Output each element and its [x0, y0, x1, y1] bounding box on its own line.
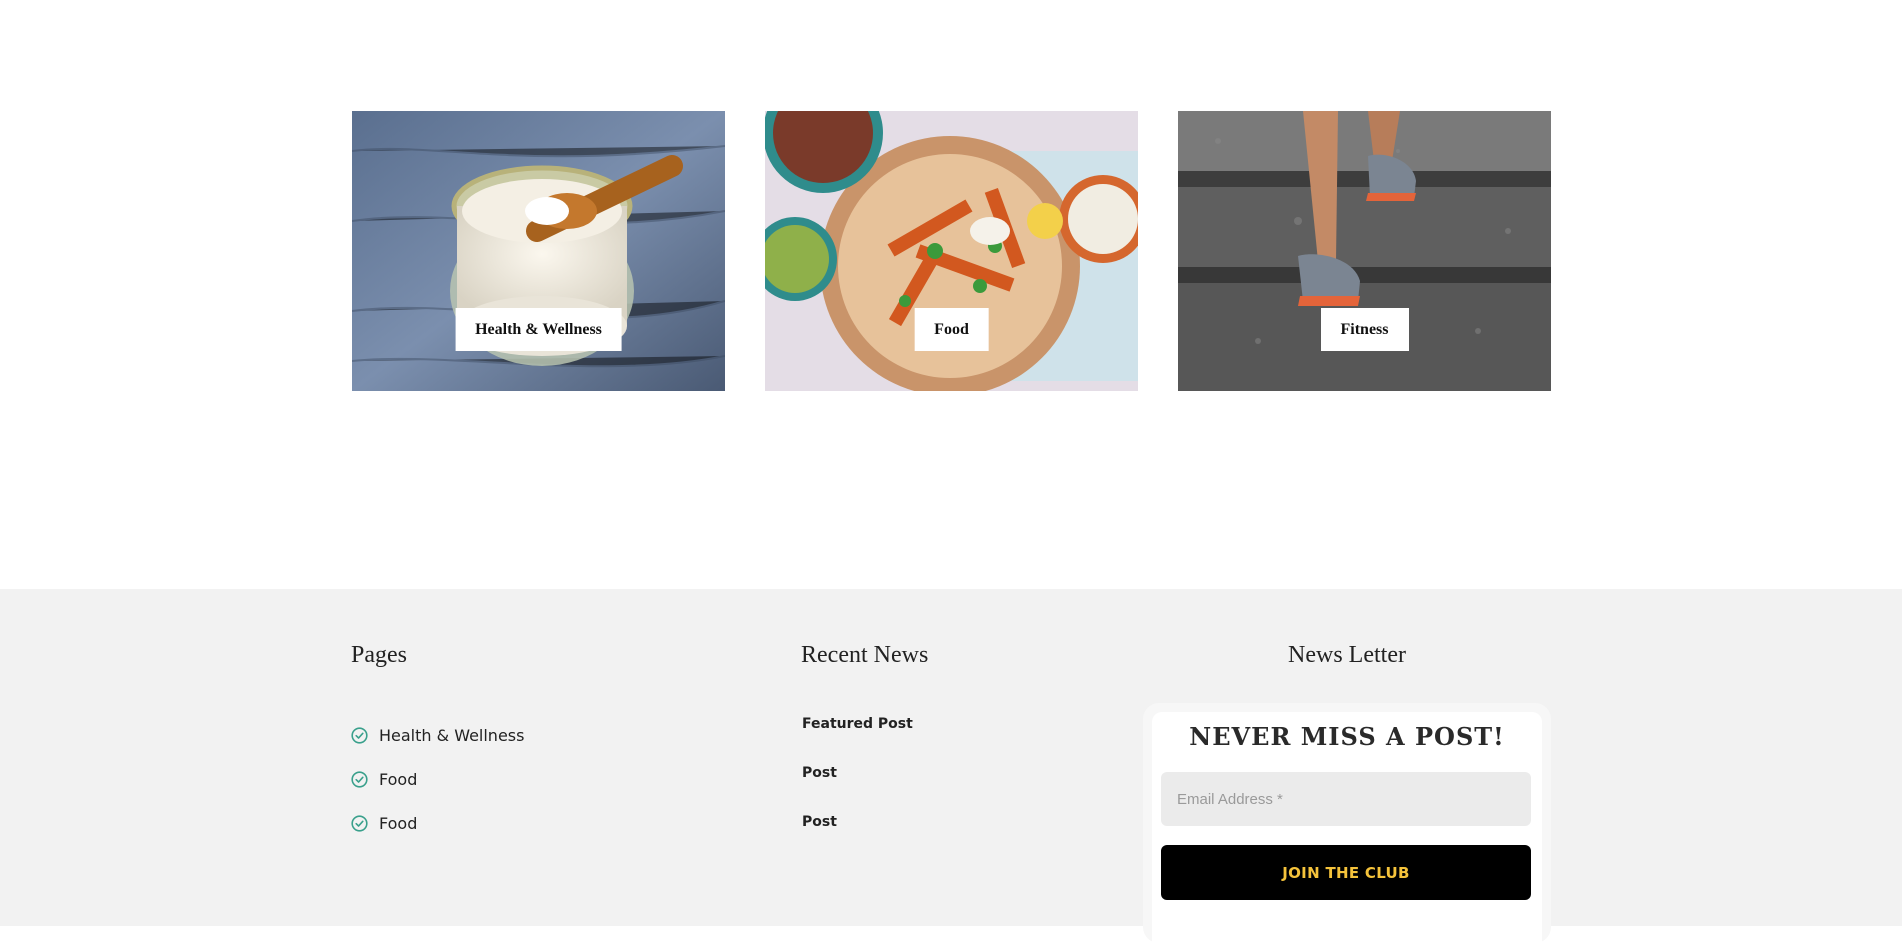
footer: Pages Health & Wellness Food Food Recent… — [0, 589, 1902, 952]
category-label[interactable]: Food — [914, 308, 989, 351]
pages-item-food[interactable]: Food — [351, 757, 524, 801]
pages-item-health-wellness[interactable]: Health & Wellness — [351, 713, 524, 757]
newsletter-heading: NEVER MISS A POST! — [1189, 722, 1505, 751]
recent-news-item[interactable]: Post — [802, 811, 913, 860]
recent-news-list: Featured Post Post Post — [802, 713, 913, 860]
pages-item-food[interactable]: Food — [351, 801, 524, 845]
check-circle-icon — [351, 770, 368, 788]
category-cards: Health & Wellness Food Fitness — [352, 111, 1551, 391]
recent-news-item[interactable]: Featured Post — [802, 713, 913, 762]
pages-item-label: Food — [379, 769, 418, 789]
email-field[interactable] — [1161, 772, 1531, 826]
newsletter-title: News Letter — [1288, 642, 1406, 668]
category-label[interactable]: Health & Wellness — [455, 308, 622, 351]
pages-item-label: Food — [379, 813, 418, 833]
pages-item-label: Health & Wellness — [379, 725, 525, 745]
pages-list: Health & Wellness Food Food — [351, 713, 524, 845]
category-card-food[interactable]: Food — [765, 111, 1138, 391]
category-label[interactable]: Fitness — [1320, 308, 1409, 351]
check-circle-icon — [351, 814, 368, 832]
recent-news-item[interactable]: Post — [802, 762, 913, 811]
newsletter-form-card: NEVER MISS A POST! JOIN THE CLUB — [1143, 703, 1551, 952]
category-card-fitness[interactable]: Fitness — [1178, 111, 1551, 391]
check-circle-icon — [351, 726, 368, 744]
newsletter-form: NEVER MISS A POST! JOIN THE CLUB — [1152, 712, 1542, 952]
category-card-health-wellness[interactable]: Health & Wellness — [352, 111, 725, 391]
pages-title: Pages — [351, 642, 407, 668]
recent-news-title: Recent News — [801, 642, 929, 668]
join-the-club-button[interactable]: JOIN THE CLUB — [1161, 845, 1531, 900]
